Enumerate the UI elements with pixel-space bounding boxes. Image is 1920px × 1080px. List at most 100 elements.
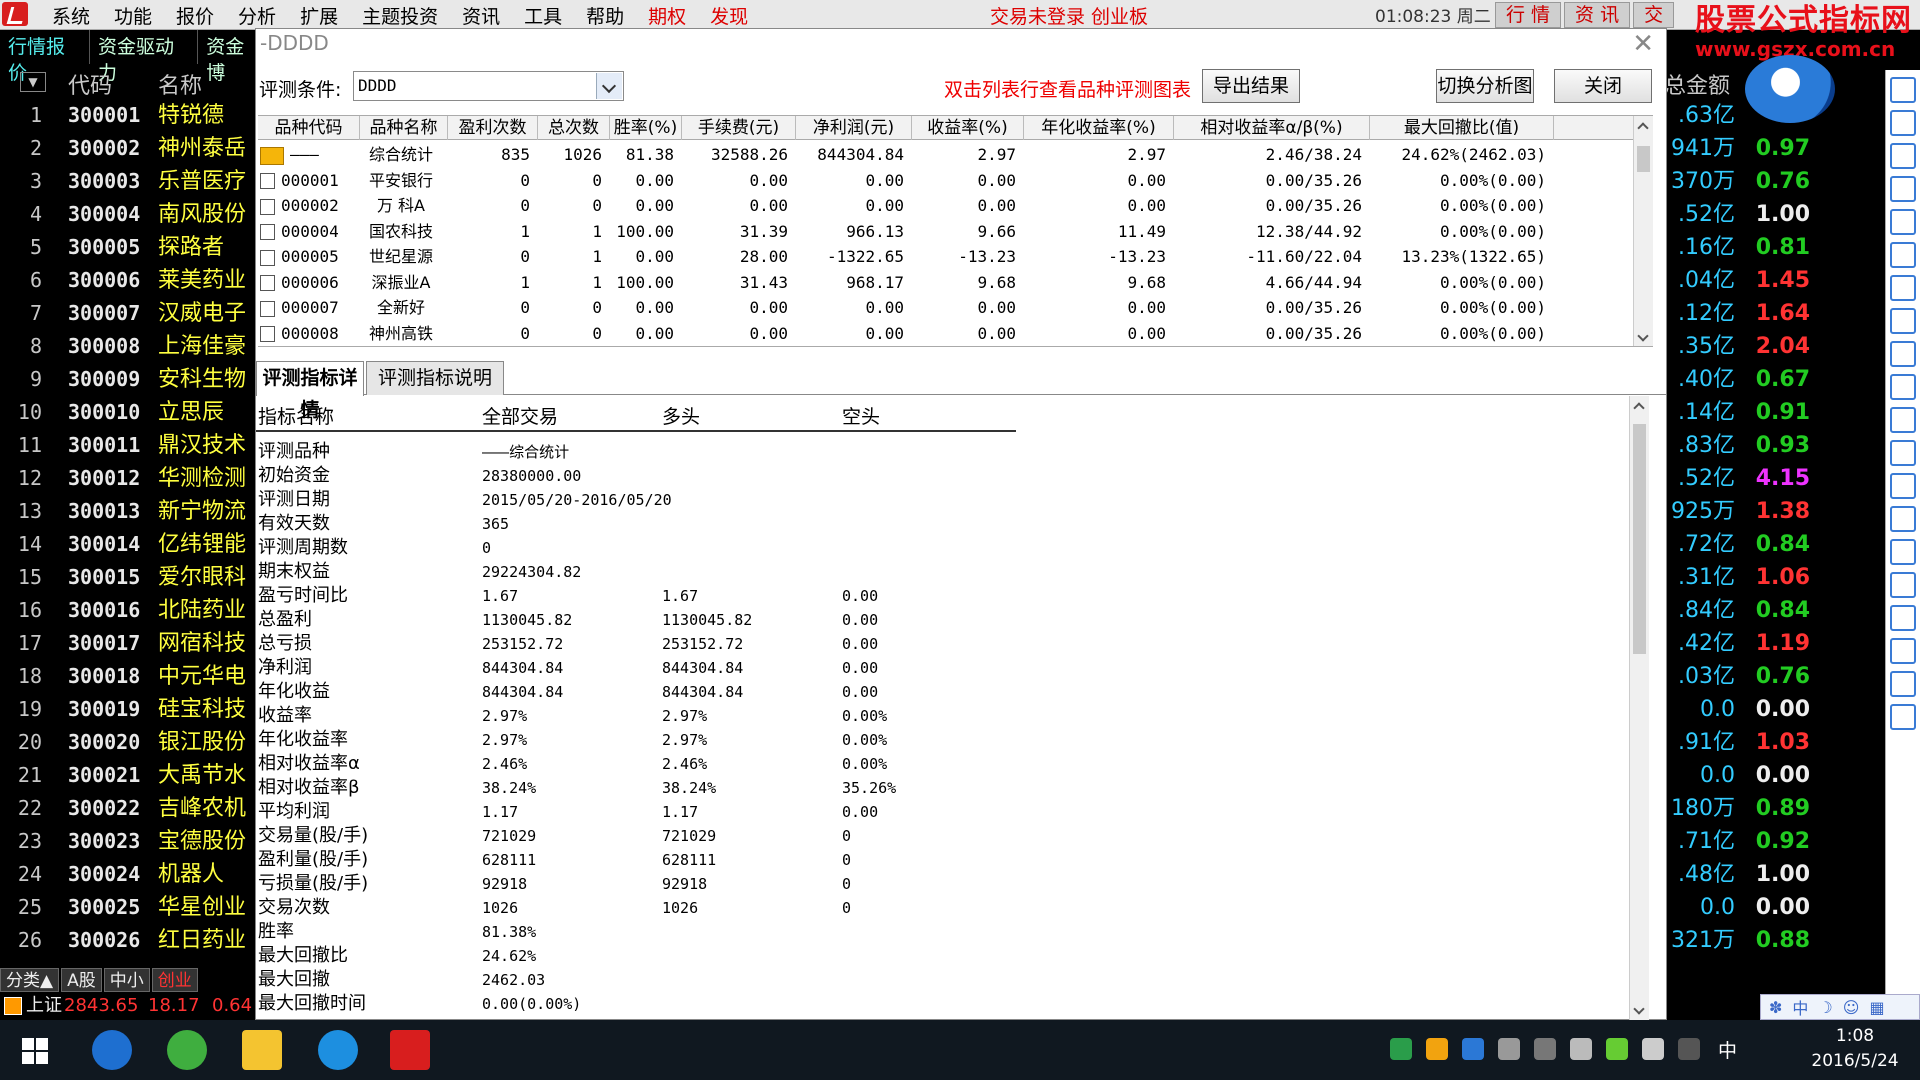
report-icon[interactable] <box>1890 143 1916 169</box>
column-header[interactable]: 最大回撤比(值) <box>1370 116 1554 140</box>
camera-icon[interactable] <box>1498 1038 1520 1060</box>
stock-row[interactable]: 13 300013 新宁物流 <box>0 495 260 528</box>
list-icon[interactable] <box>1890 176 1916 202</box>
column-header[interactable]: 品种代码 <box>258 116 360 140</box>
table-icon[interactable] <box>1890 275 1916 301</box>
stock-row[interactable]: 22 300022 吉峰农机 <box>0 792 260 825</box>
stock-row[interactable]: 12 300012 华测检测 <box>0 462 260 495</box>
stock-row[interactable]: 3 300003 乐普医疗 <box>0 165 260 198</box>
menu-item[interactable]: 系统 <box>40 4 102 30</box>
security-icon[interactable] <box>1426 1038 1448 1060</box>
stock-row[interactable]: 15 300015 爱尔眼科 <box>0 561 260 594</box>
table-row[interactable]: 000001 平安银行 0 0 0.00 0.00 0.00 0.00 0.00 0.00/35.… <box>258 168 1653 194</box>
menu-item[interactable]: 发现 <box>698 4 760 30</box>
header-name[interactable]: 名称 <box>158 68 202 100</box>
circle-icon[interactable] <box>1890 473 1916 499</box>
column-header[interactable]: 净利润(元) <box>796 116 912 140</box>
checkbox[interactable] <box>260 326 275 342</box>
sort-dropdown-icon[interactable]: ▼ <box>20 72 46 92</box>
gear-icon[interactable] <box>1890 704 1916 730</box>
qq-icon[interactable] <box>318 1030 358 1070</box>
checkbox[interactable] <box>260 249 275 266</box>
tab-detail[interactable]: 评测指标详情 <box>256 361 364 421</box>
grid-icon[interactable]: ▦ <box>1869 998 1884 1017</box>
cloud-icon[interactable] <box>1462 1038 1484 1060</box>
stock-row[interactable]: 20 300020 银江股份 <box>0 726 260 759</box>
stock-row[interactable]: 23 300023 宝德股份 <box>0 825 260 858</box>
scroll-down-icon[interactable] <box>1637 330 1649 342</box>
network-icon[interactable] <box>1534 1038 1556 1060</box>
column-header[interactable]: 品种名称 <box>360 116 448 140</box>
column-header[interactable]: 年化收益率(%) <box>1024 116 1174 140</box>
battery-icon[interactable] <box>1642 1038 1664 1060</box>
checkbox[interactable] <box>260 275 275 291</box>
grid-icon[interactable] <box>1890 572 1916 598</box>
arrow-up-icon[interactable] <box>1890 77 1916 103</box>
stock-row[interactable]: 2 300002 神州泰岳 <box>0 132 260 165</box>
taskbar-ime[interactable]: 中 <box>1718 1036 1737 1063</box>
table-row[interactable]: ——— 综合统计 835 1026 81.38 32588.26 844304.84 2.97… <box>258 142 1653 168</box>
detail-scrollbar[interactable] <box>1629 396 1649 1021</box>
stock-row[interactable]: 19 300019 硅宝科技 <box>0 693 260 726</box>
menu-item[interactable]: 工具 <box>512 4 574 30</box>
close-icon[interactable]: ✕ <box>1632 29 1654 59</box>
stock-row[interactable]: 4 300004 南风股份 <box>0 198 260 231</box>
menu-item[interactable]: 分析 <box>226 4 288 30</box>
menu-item[interactable]: 主题投资 <box>350 4 450 30</box>
switch-chart-button[interactable]: 切换分析图 <box>1436 69 1534 103</box>
stock-row[interactable]: 16 300016 北陆药业 <box>0 594 260 627</box>
stock-row[interactable]: 6 300006 莱美药业 <box>0 264 260 297</box>
column-header[interactable]: 手续费(元) <box>682 116 796 140</box>
checkbox[interactable] <box>260 198 275 215</box>
fio-icon[interactable] <box>1890 308 1916 334</box>
scroll-down-icon[interactable] <box>1633 1003 1645 1015</box>
stock-row[interactable]: 11 300011 鼎汉技术 <box>0 429 260 462</box>
fx-icon[interactable] <box>1890 440 1916 466</box>
menu-item[interactable]: 期权 <box>636 4 698 30</box>
top-tab-button[interactable]: 行 情 <box>1495 2 1562 28</box>
user-icon[interactable]: ☺ <box>1843 998 1860 1017</box>
column-header[interactable]: 胜率(%) <box>610 116 682 140</box>
scroll-up-icon[interactable] <box>1637 122 1649 134</box>
column-header[interactable]: 收益率(%) <box>912 116 1024 140</box>
stock-row[interactable]: 17 300017 网宿科技 <box>0 627 260 660</box>
doc-icon[interactable] <box>1890 341 1916 367</box>
volume-icon[interactable] <box>1570 1038 1592 1060</box>
category-tab[interactable]: 分类▲ <box>0 968 60 992</box>
close-button[interactable]: 关闭 <box>1554 69 1652 103</box>
export-button[interactable]: 导出结果 <box>1202 69 1300 103</box>
table-scrollbar[interactable] <box>1633 116 1653 346</box>
plus-icon[interactable] <box>1606 1038 1628 1060</box>
top-tab-button[interactable]: 资 讯 <box>1564 2 1631 28</box>
stock-row[interactable]: 24 300024 机器人 <box>0 858 260 891</box>
stock-app-icon[interactable] <box>390 1030 430 1070</box>
stock-row[interactable]: 26 300026 红日药业 <box>0 924 260 957</box>
wifi-icon[interactable] <box>1678 1038 1700 1060</box>
scroll-up-icon[interactable] <box>1633 402 1645 414</box>
header-code[interactable]: 代码 <box>68 68 112 100</box>
category-tab[interactable]: 创业 <box>151 968 198 992</box>
table-row[interactable]: 000002 万 科A 0 0 0.00 0.00 0.00 0.00 0.00 0.00/35.… <box>258 193 1653 219</box>
folder-icon[interactable] <box>242 1030 282 1070</box>
table-row[interactable]: 000004 国农科技 1 1 100.00 31.39 966.13 9.66 11.49 12… <box>258 219 1653 245</box>
chevron-down-icon[interactable] <box>596 73 622 99</box>
menu-item[interactable]: 资讯 <box>450 4 512 30</box>
browser-icon[interactable] <box>167 1030 207 1070</box>
column-header[interactable]: 盈利次数 <box>448 116 538 140</box>
column-header[interactable]: 总次数 <box>538 116 610 140</box>
menu-item[interactable]: 报价 <box>164 4 226 30</box>
stock-row[interactable]: 25 300025 华星创业 <box>0 891 260 924</box>
moon-icon[interactable]: ☽ <box>1818 998 1832 1017</box>
column-header[interactable]: 相对收益率α/β(%) <box>1174 116 1370 140</box>
stock-row[interactable]: 8 300008 上海佳豪 <box>0 330 260 363</box>
arrow-down-icon[interactable] <box>1890 110 1916 136</box>
taskbar-clock[interactable]: 1:08 2016/5/24 <box>1800 1024 1910 1074</box>
etf-icon[interactable] <box>1890 605 1916 631</box>
windows-start-icon[interactable] <box>22 1038 48 1064</box>
edge-icon[interactable] <box>92 1030 132 1070</box>
stock-row[interactable]: 10 300010 立思辰 <box>0 396 260 429</box>
market-tab[interactable]: 行情报价 <box>0 30 90 84</box>
ime-toolbar[interactable]: ✽ 中 ☽ ☺ ▦ <box>1760 994 1920 1020</box>
sort-icon[interactable] <box>1890 539 1916 565</box>
cart-icon[interactable] <box>1890 671 1916 697</box>
